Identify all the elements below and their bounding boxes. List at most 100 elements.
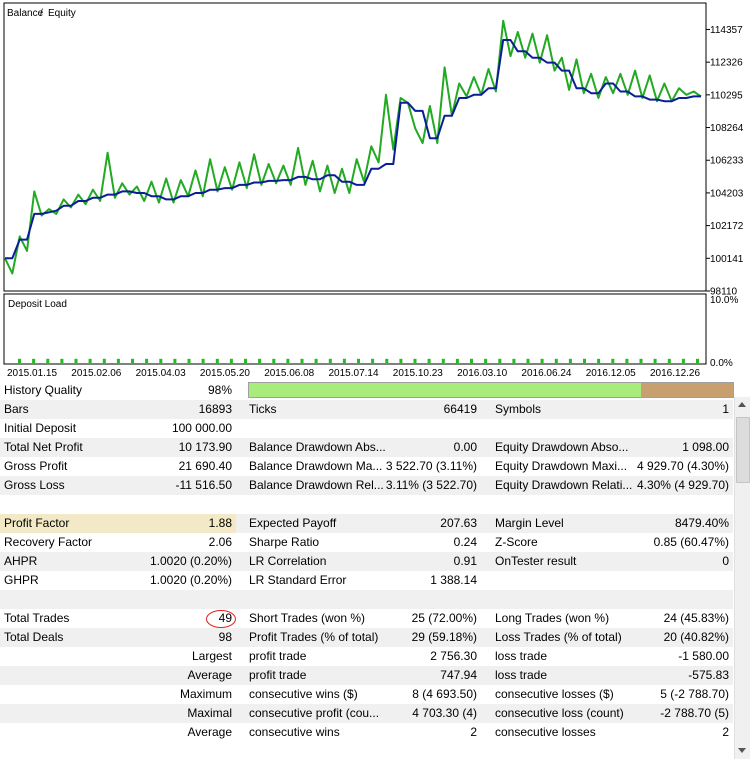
y-tick-label: 108264 — [710, 123, 744, 134]
metric-label: Equity Drawdown Abso... — [495, 440, 629, 454]
report-row: Total Trades 49 Short Trades (won %) 25 (72… — [0, 609, 733, 628]
y-tick-label: 114357 — [710, 25, 743, 36]
deposit-load-bar — [583, 358, 586, 363]
deposit-load-bar — [314, 358, 318, 363]
metric-label — [4, 590, 144, 609]
report-row: Profit Factor 1.88 Expected Payoff 207.63 Ma… — [0, 514, 733, 533]
metric-label — [4, 495, 144, 514]
metric-value: 16893 — [198, 402, 232, 416]
scroll-up-button[interactable] — [735, 397, 750, 413]
report-row: Initial Deposit 100 000.00 — [0, 419, 733, 438]
metric-value: 10 173.90 — [178, 440, 232, 454]
metric-value: 66419 — [443, 402, 477, 416]
metric-label: Margin Level — [495, 516, 564, 530]
report-table: History Quality 98% Bars 16893 Ticks 66419 S… — [0, 381, 750, 760]
report-row: Average consecutive wins 2 consecutive loss… — [0, 723, 733, 742]
deposit-load-bar — [455, 358, 459, 363]
y-tick-label: 102172 — [710, 221, 744, 232]
report-row: Total Deals 98 Profit Trades (% of total) 2… — [0, 628, 733, 647]
metric-label: Gross Profit — [4, 459, 68, 473]
metric-label: loss trade — [495, 649, 548, 663]
metric-value — [150, 495, 232, 514]
metric-value: 8 (4 693.50) — [412, 687, 477, 701]
scroll-thumb[interactable] — [736, 417, 750, 483]
metric-label: Long Trades (won %) — [495, 611, 610, 625]
metric-label: GHPR — [4, 573, 39, 587]
metric-value — [633, 571, 729, 590]
metric-value: 1.0020 (0.20%) — [150, 573, 232, 587]
metric-value: -11 516.50 — [175, 478, 233, 492]
x-tick-label: 2016.06.24 — [521, 368, 571, 379]
deposit-load-bar — [498, 358, 502, 363]
metric-value: 1.88 — [208, 516, 232, 530]
metric-value: 2 756.30 — [430, 649, 477, 663]
metric-value — [633, 419, 729, 438]
metric-value: 29 (59.18%) — [411, 630, 477, 644]
scroll-down-icon — [738, 748, 746, 753]
history-quality-value: 98% — [207, 383, 232, 397]
metric-label: Symbols — [495, 402, 542, 416]
metric-value — [633, 495, 729, 514]
deposit-load-bar — [286, 358, 290, 363]
metric-value: 2.06 — [208, 535, 232, 549]
x-tick-label: 2015.02.06 — [71, 368, 121, 379]
metric-label: Total Deals — [4, 630, 64, 644]
deposit-load-bar — [32, 358, 36, 363]
report-row: Gross Loss -11 516.50 Balance Drawdown Rel… — [0, 476, 733, 495]
metric-label — [495, 571, 635, 590]
x-tick-label: 2015.01.15 — [7, 368, 57, 379]
deposit-load-bar — [258, 358, 262, 363]
metric-label: Loss Trades (% of total) — [495, 630, 622, 644]
metric-value — [633, 590, 729, 609]
metric-value: 0.91 — [453, 554, 477, 568]
metric-label — [495, 495, 635, 514]
metric-value: 3 522.70 (3.11%) — [385, 459, 477, 473]
total-trades-circle — [206, 610, 236, 628]
deposit-load-bar — [639, 358, 643, 363]
deposit-load-bar — [131, 358, 134, 363]
metric-label — [495, 419, 635, 438]
deposit-load-bar — [159, 358, 163, 363]
report-row — [0, 495, 733, 514]
report-row: Bars 16893 Ticks 66419 Symbols 1 — [0, 400, 733, 419]
y-tick-label: 110295 — [710, 90, 743, 101]
deposit-load-bar — [681, 358, 685, 363]
metric-label — [249, 419, 389, 438]
x-tick-label: 2015.05.20 — [200, 368, 250, 379]
metric-label: Sharpe Ratio — [249, 535, 320, 549]
history-quality-row: History Quality 98% — [0, 381, 734, 400]
metric-label: Bars — [4, 402, 29, 416]
metric-label — [4, 666, 144, 685]
metric-value: 1 388.14 — [430, 573, 477, 587]
balance-equity-chart: Balance / Equity Deposit Load 9811010014… — [3, 2, 744, 379]
metric-label — [249, 495, 389, 514]
metric-label: consecutive losses ($) — [495, 687, 614, 701]
deposit-load-bar — [385, 358, 389, 363]
scroll-up-icon — [738, 402, 746, 407]
deposit-load-bar — [342, 358, 346, 363]
metric-value: 100 000.00 — [171, 421, 232, 435]
main-plot-frame — [3, 2, 707, 292]
x-tick-label: 2016.12.26 — [650, 368, 700, 379]
history-quality-bar — [248, 382, 734, 398]
metric-value: 5 (-2 788.70) — [660, 687, 729, 701]
report-row — [0, 590, 733, 609]
metric-value: 4 929.70 (4.30%) — [636, 459, 729, 473]
metric-value: 0 — [722, 554, 729, 568]
metric-value: 4 703.30 (4) — [412, 706, 477, 720]
scroll-down-button[interactable] — [735, 743, 750, 759]
metric-value: 0.24 — [453, 535, 477, 549]
history-quality-fill — [249, 383, 642, 397]
metric-value: -1 580.00 — [678, 649, 729, 663]
deposit-load-bar — [696, 358, 699, 363]
metric-label: Expected Payoff — [249, 516, 337, 530]
metric-label: profit trade — [249, 668, 307, 682]
y-tick-label: 106233 — [710, 156, 744, 167]
metric-value — [385, 495, 477, 514]
deposit-load-bar — [328, 358, 332, 363]
vertical-scrollbar[interactable] — [734, 397, 750, 759]
deposit-load-bar — [484, 358, 488, 363]
x-tick-label: 2015.04.03 — [136, 368, 186, 379]
report-row: Recovery Factor 2.06 Sharpe Ratio 0.24 Z-Sco… — [0, 533, 733, 552]
deposit-load-bar — [187, 358, 191, 363]
